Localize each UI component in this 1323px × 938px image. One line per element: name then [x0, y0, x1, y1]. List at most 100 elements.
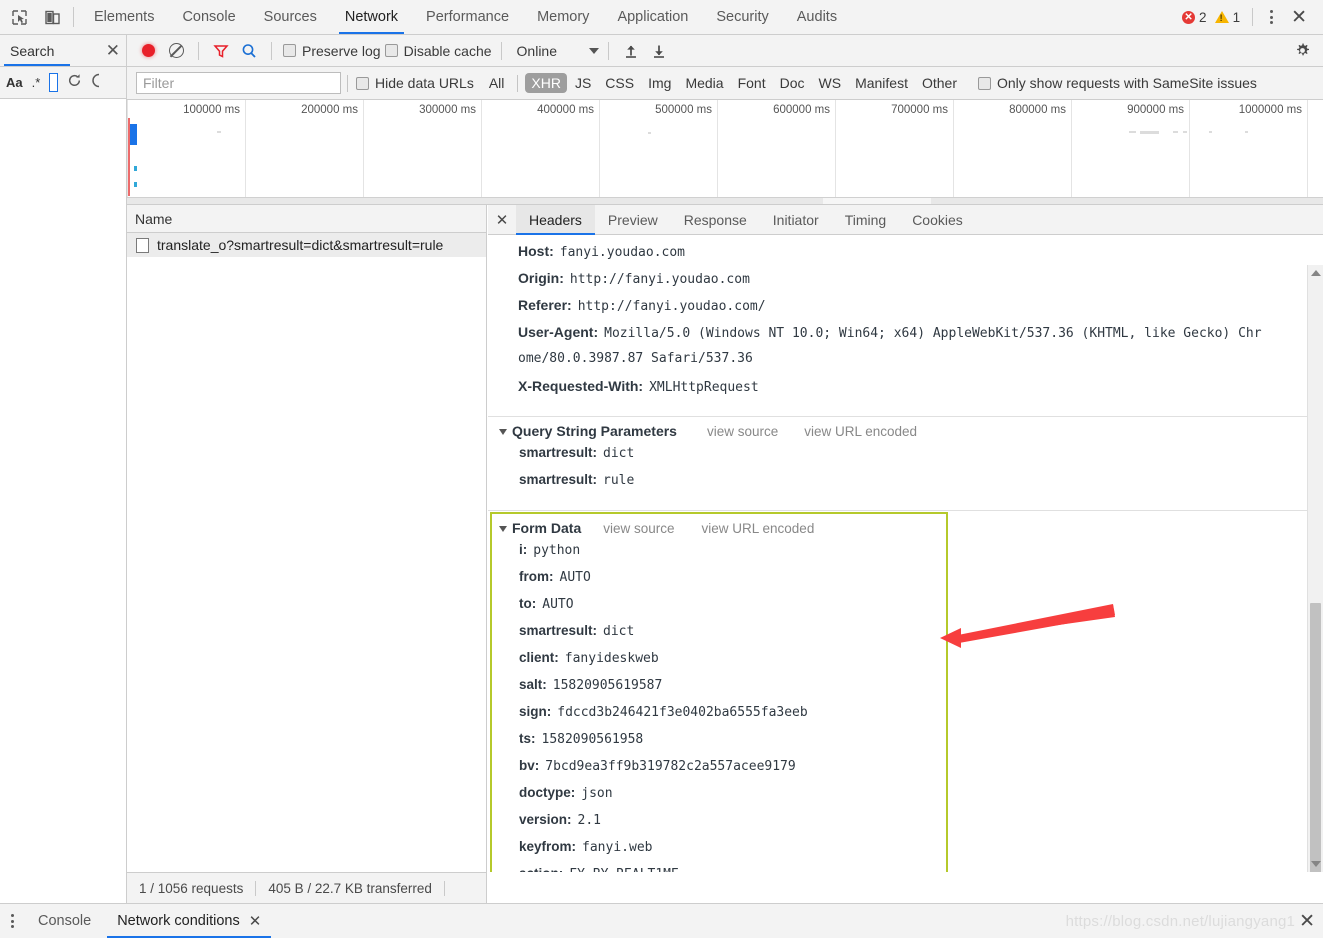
tab-preview[interactable]: Preview [595, 205, 671, 234]
close-icon[interactable]: ✕ [1295, 912, 1315, 931]
hide-data-urls-checkbox[interactable]: Hide data URLs [356, 75, 474, 91]
scrollbar-thumb[interactable] [1310, 603, 1321, 872]
tab-sources[interactable]: Sources [250, 0, 331, 34]
tab-network[interactable]: Network [331, 0, 412, 34]
filter-type-manifest[interactable]: Manifest [849, 73, 914, 93]
search-pane: Search ✕ Aa .* [0, 35, 127, 938]
kebab-menu-icon[interactable] [0, 904, 25, 938]
record-button[interactable] [135, 39, 161, 63]
tab-cookies[interactable]: Cookies [899, 205, 976, 234]
filter-type-media[interactable]: Media [679, 73, 729, 93]
tab-security[interactable]: Security [702, 0, 782, 34]
form-data-section: Form Data view source view URL encoded i… [490, 512, 948, 872]
preserve-log-checkbox[interactable]: Preserve log [283, 43, 381, 59]
scroll-up-arrow-icon[interactable] [1310, 270, 1321, 276]
chevron-down-icon [499, 429, 507, 435]
search-icon[interactable] [236, 39, 262, 63]
filter-type-css[interactable]: CSS [599, 73, 640, 93]
view-url-encoded-link[interactable]: view URL encoded [804, 424, 917, 439]
timeline-tick-label: 900000 ms [1127, 104, 1184, 116]
view-url-encoded-link[interactable]: view URL encoded [702, 521, 815, 536]
filter-type-js[interactable]: JS [569, 73, 597, 93]
header-value: XMLHttpRequest [649, 380, 759, 395]
filter-funnel-icon[interactable] [208, 39, 234, 63]
tab-elements[interactable]: Elements [80, 0, 168, 34]
header-row: X-Requested-With: XMLHttpRequest [488, 378, 1323, 405]
form-data-section-header[interactable]: Form Data view source view URL encoded [492, 514, 946, 542]
timeline-faint-mark [1140, 131, 1159, 134]
view-source-link[interactable]: view source [603, 521, 674, 536]
close-icon[interactable]: ✕ [106, 42, 120, 59]
tab-memory[interactable]: Memory [523, 0, 603, 34]
param-key: salt: [519, 677, 547, 692]
search-input[interactable] [49, 73, 59, 92]
param-value: 1582090561958 [541, 732, 644, 747]
gear-icon[interactable] [1291, 40, 1313, 62]
document-icon [136, 237, 149, 253]
tab-audits[interactable]: Audits [783, 0, 851, 34]
filter-type-other[interactable]: Other [916, 73, 963, 93]
overview-selection[interactable] [823, 198, 931, 204]
query-string-section-header[interactable]: Query String Parameters view source view… [488, 417, 1323, 445]
disable-cache-label: Disable cache [403, 42, 492, 59]
drawer-right-controls: https://blog.csdn.net/lujiangyang1 ✕ [1066, 904, 1323, 938]
tab-application[interactable]: Application [603, 0, 702, 34]
query-string-title: Query String Parameters [512, 423, 677, 439]
tab-response[interactable]: Response [671, 205, 760, 234]
timeline-tick-label: 300000 ms [419, 104, 476, 116]
export-har-icon[interactable] [646, 39, 672, 63]
param-value: 2.1 [577, 813, 602, 828]
clear-search-icon[interactable] [91, 73, 100, 93]
tab-initiator[interactable]: Initiator [760, 205, 832, 234]
match-case-icon[interactable]: Aa [6, 75, 23, 90]
timeline-tick-label: 100000 ms [183, 104, 240, 116]
filter-type-img[interactable]: Img [642, 73, 677, 93]
disable-cache-checkbox[interactable]: Disable cache [384, 42, 492, 59]
error-count-badge[interactable]: ✕ 2 [1179, 10, 1210, 25]
drawer-tab-network-conditions[interactable]: Network conditions ✕ [104, 904, 274, 938]
param-value: rule [603, 473, 635, 488]
tab-performance[interactable]: Performance [412, 0, 523, 34]
device-toolbar-icon[interactable] [39, 4, 65, 30]
tab-console[interactable]: Console [168, 0, 249, 34]
throttling-select[interactable]: Online [517, 43, 599, 59]
inspect-element-icon[interactable] [6, 4, 32, 30]
overview-scroll-strip[interactable] [127, 197, 1323, 204]
form-param-row: to: AUTO [492, 596, 946, 623]
timeline-faint-mark [648, 132, 651, 134]
clear-icon[interactable] [163, 39, 189, 63]
timeline-tick-label: 200000 ms [301, 104, 358, 116]
view-source-link[interactable]: view source [707, 424, 778, 439]
filter-type-xhr[interactable]: XHR [525, 73, 567, 93]
drawer-tab-console[interactable]: Console [25, 904, 104, 938]
header-value: http://fanyi.youdao.com [569, 272, 750, 287]
tab-timing[interactable]: Timing [832, 205, 900, 234]
samesite-issues-checkbox[interactable]: Only show requests with SameSite issues [978, 75, 1257, 91]
column-header-name[interactable]: Name [135, 211, 172, 227]
filter-type-all[interactable]: All [483, 73, 511, 93]
filter-input[interactable] [136, 72, 341, 94]
tab-headers[interactable]: Headers [516, 205, 595, 235]
filter-type-ws[interactable]: WS [813, 73, 848, 93]
regex-icon[interactable]: .* [32, 75, 41, 90]
close-icon[interactable]: ✕ [249, 912, 262, 930]
request-count: 1 / 1056 requests [139, 880, 244, 896]
filter-type-font[interactable]: Font [732, 73, 772, 93]
import-har-icon[interactable] [618, 39, 644, 63]
network-overview-timeline[interactable]: 100000 ms 200000 ms 300000 ms 400000 ms … [127, 100, 1323, 205]
close-icon[interactable]: ✕ [1283, 8, 1315, 27]
detail-scrollbar[interactable] [1307, 265, 1323, 872]
close-icon[interactable]: ✕ [488, 205, 516, 234]
search-tab-label[interactable]: Search [10, 43, 54, 59]
request-detail-pane: ✕ Headers Preview Response Initiator Tim… [488, 205, 1323, 872]
scroll-down-arrow-icon[interactable] [1310, 861, 1321, 867]
filter-type-doc[interactable]: Doc [774, 73, 811, 93]
table-row[interactable]: translate_o?smartresult=dict&smartresult… [127, 233, 486, 257]
kebab-menu-icon[interactable] [1262, 10, 1281, 24]
param-key: from: [519, 569, 554, 584]
refresh-icon[interactable] [67, 73, 82, 93]
warning-count-badge[interactable]: 1 [1212, 10, 1244, 25]
query-param-row: smartresult: rule [488, 472, 1323, 499]
header-key: User-Agent: [518, 324, 599, 340]
timeline-faint-mark [1129, 131, 1136, 133]
